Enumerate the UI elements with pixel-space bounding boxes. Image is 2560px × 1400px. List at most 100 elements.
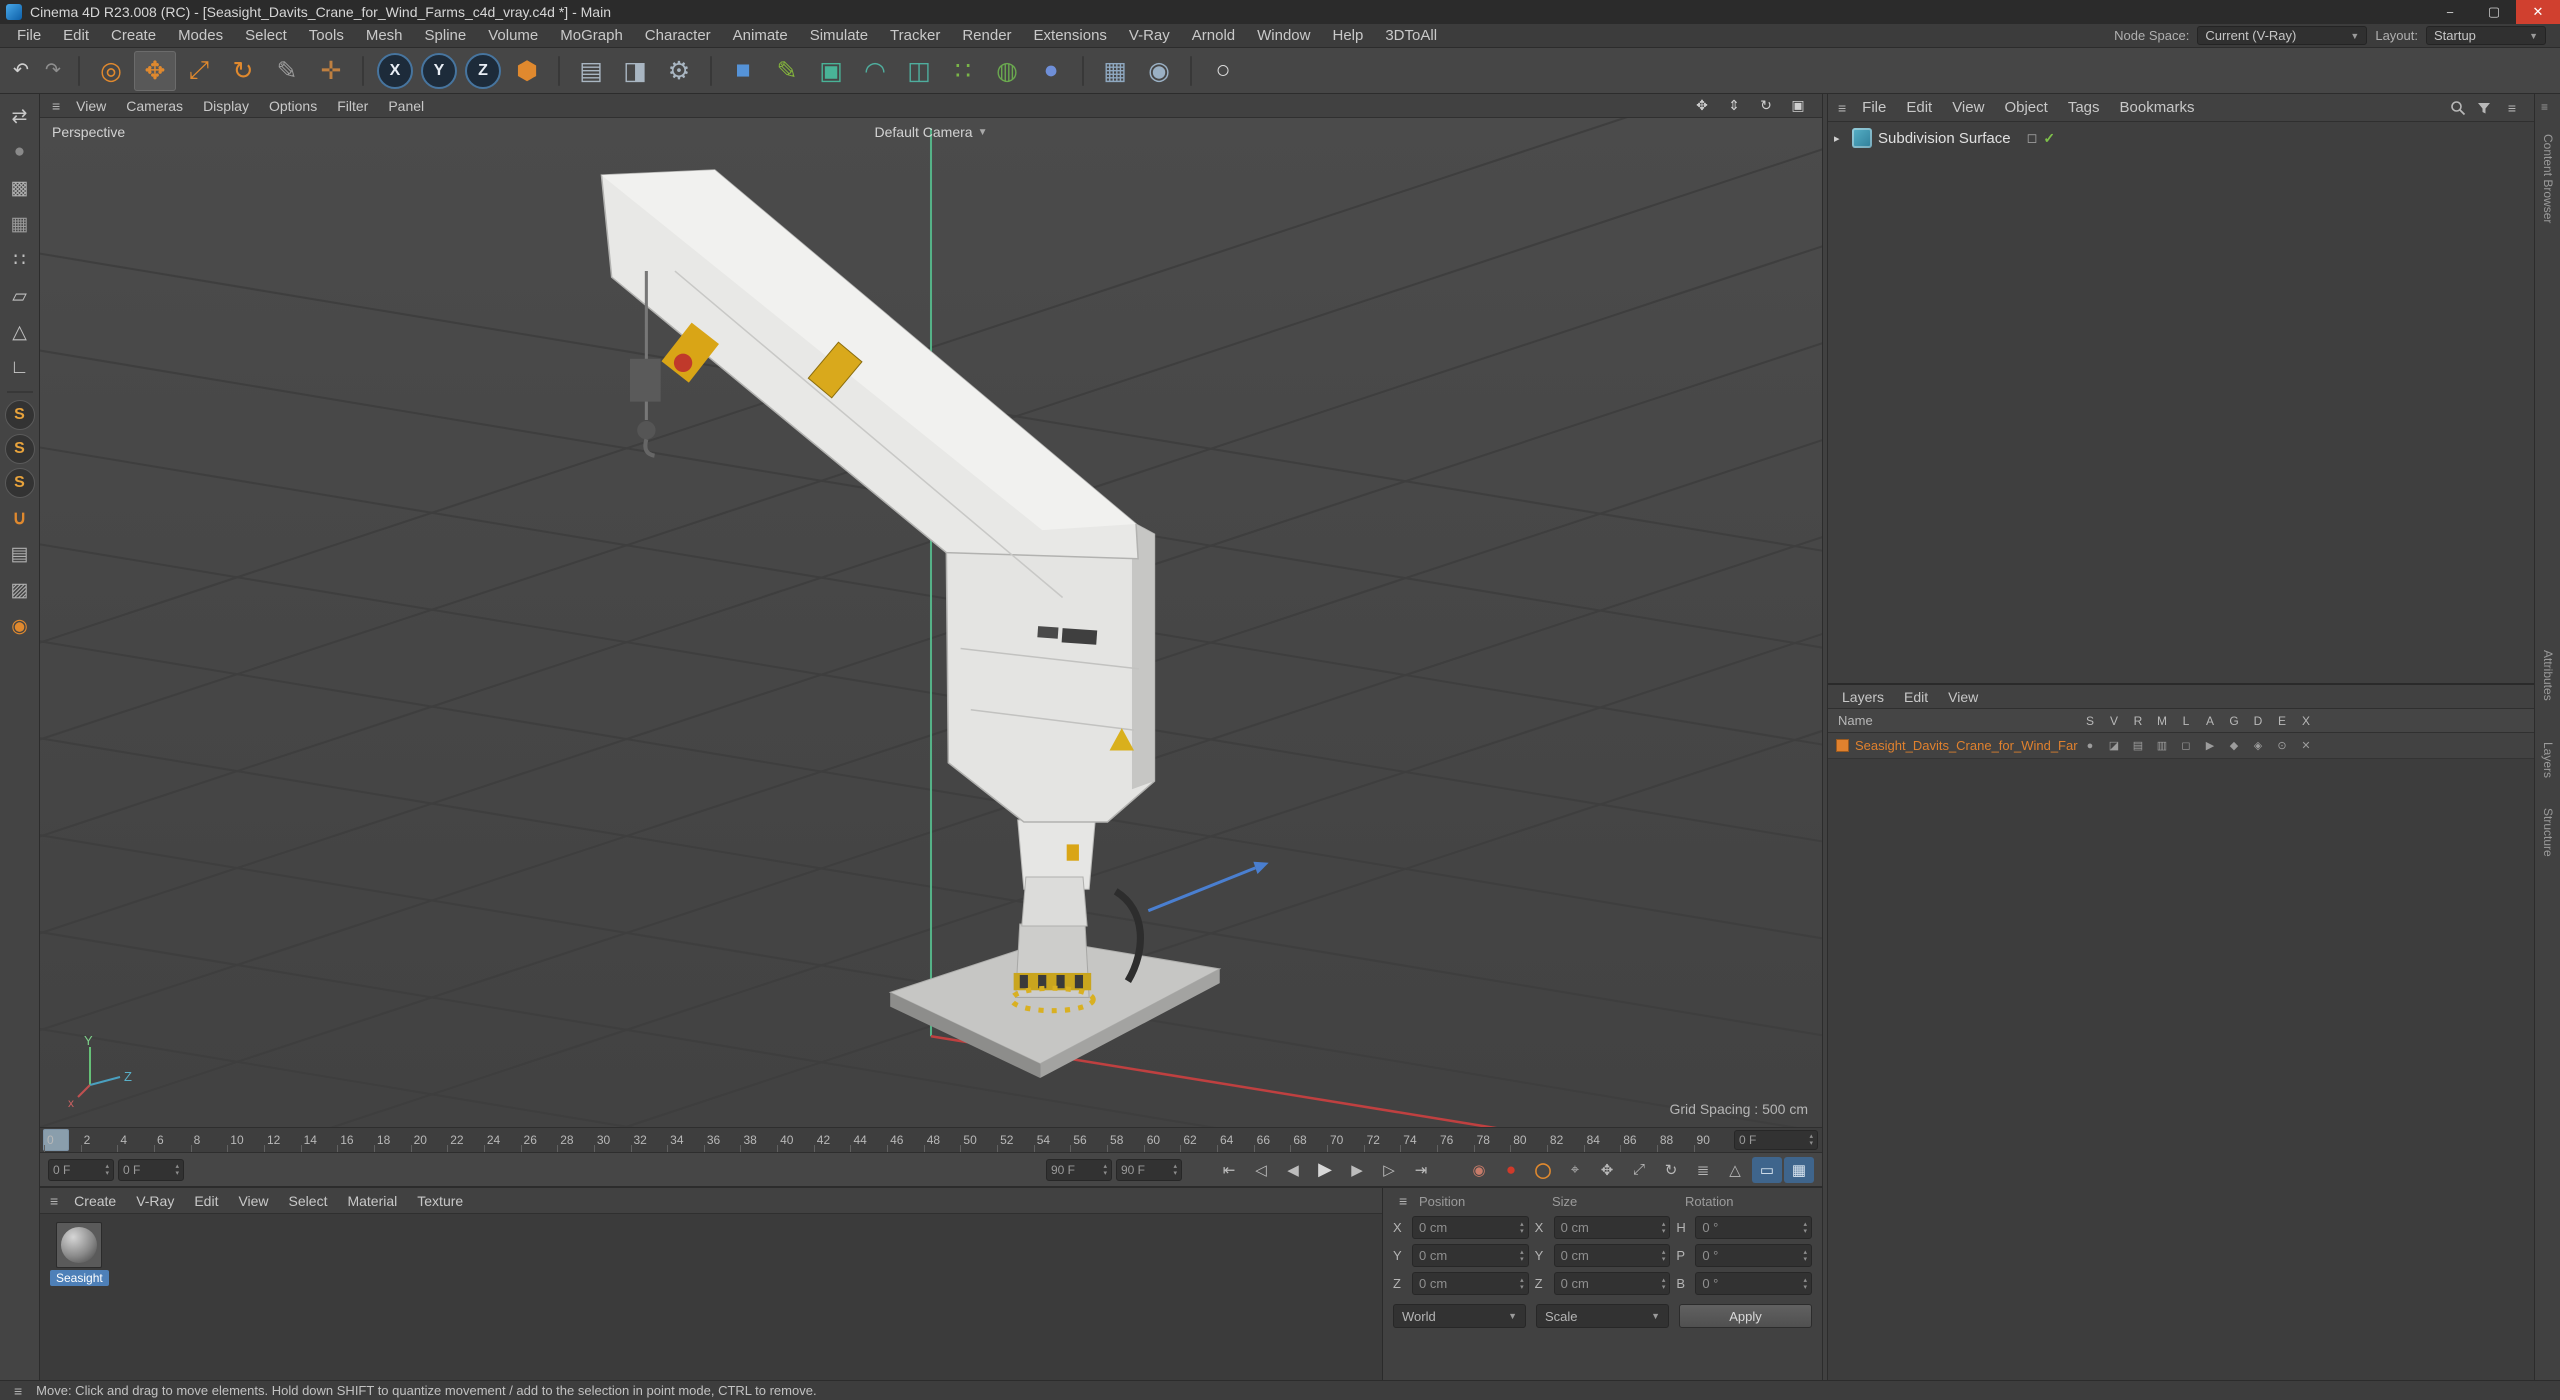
light-icon[interactable]: ○	[1202, 51, 1244, 91]
material-menu-item[interactable]: View	[228, 1192, 278, 1210]
autokeying-icon[interactable]: ◯	[1528, 1157, 1558, 1183]
layer-toggle-icon[interactable]: ◻	[2174, 739, 2198, 752]
stepper-icon[interactable]: ▴ ▾	[105, 1163, 109, 1177]
polygons-mode-icon[interactable]: △	[3, 316, 37, 348]
layer-column-header[interactable]: R	[2126, 714, 2150, 728]
undo-icon[interactable]: ↶	[6, 51, 36, 91]
render-view-icon[interactable]: ▤	[570, 51, 612, 91]
cloner-icon[interactable]: ∷	[942, 51, 984, 91]
crane-model[interactable]	[600, 169, 1222, 1079]
panel-options-icon[interactable]: ≡	[2502, 100, 2522, 116]
layer-toggle-icon[interactable]: ✕	[2294, 739, 2318, 752]
record-rotation-icon[interactable]: ↻	[1656, 1157, 1686, 1183]
go-to-previous-key-button[interactable]: ◁	[1246, 1157, 1276, 1183]
object-row[interactable]: ▸ Subdivision Surface ◻ ✓	[1828, 124, 2534, 152]
menu-item[interactable]: Tools	[298, 26, 355, 45]
layer-toggle-icon[interactable]: ▥	[2150, 739, 2174, 752]
layer-toggle-icon[interactable]: ▤	[2126, 739, 2150, 752]
z-axis-lock-button[interactable]: Z	[465, 52, 501, 89]
panel-menu-icon[interactable]: ≡	[8, 1383, 28, 1399]
side-tab[interactable]: Attributes	[2541, 650, 2555, 701]
object-manager-menu-item[interactable]: Tags	[2058, 98, 2110, 117]
preview-start-field[interactable]: 0 F ▴ ▾	[118, 1158, 184, 1181]
record-active-objects-icon[interactable]: ◉	[1464, 1157, 1494, 1183]
size-mode-dropdown[interactable]: Scale ▼	[1536, 1304, 1669, 1328]
timeline-ruler[interactable]: 0 2 4 6 8 10 12 14 16 18 20 22 24 26 28 30 32 34 36 38 40 42 4…	[40, 1127, 1822, 1153]
menu-item[interactable]: Modes	[167, 26, 234, 45]
rotation-field[interactable]: 0 ° ▴ ▾	[1695, 1216, 1812, 1239]
keyframe-selection-icon[interactable]: ⌖	[1560, 1157, 1590, 1183]
material-menu-item[interactable]: Texture	[407, 1192, 473, 1210]
viewport-solo-hierarchy-icon[interactable]: S	[4, 468, 35, 498]
workplane-mode-icon[interactable]: ▦	[3, 208, 37, 240]
stepper-icon[interactable]: ▴ ▾	[175, 1163, 179, 1177]
quantize-icon[interactable]: ▤	[3, 538, 37, 570]
layer-row[interactable]: Seasight_Davits_Crane_for_Wind_Farms ● ◪ ▤…	[1828, 733, 2534, 759]
viewport-solo-single-icon[interactable]: S	[4, 434, 35, 464]
layer-column-header[interactable]: D	[2246, 714, 2270, 728]
layer-column-header[interactable]: M	[2150, 714, 2174, 728]
visibility-dot-icon[interactable]: ◻	[2027, 130, 2038, 146]
menu-item[interactable]: Character	[634, 26, 722, 45]
viewport-menu-item[interactable]: Cameras	[116, 97, 193, 115]
viewport-menu-item[interactable]: Display	[193, 97, 259, 115]
preview-end-field[interactable]: 90 F ▴ ▾	[1046, 1158, 1112, 1181]
workplane-snap-icon[interactable]: ▨	[3, 574, 37, 606]
layers-menu-item[interactable]: Edit	[1894, 688, 1938, 706]
enable-snap-icon[interactable]: ∪	[3, 502, 37, 534]
material-menu-item[interactable]: Material	[337, 1192, 407, 1210]
instance-icon[interactable]: ◫	[898, 51, 940, 91]
go-to-next-key-button[interactable]: ▷	[1374, 1157, 1404, 1183]
floor-icon[interactable]: ▦	[1094, 51, 1136, 91]
menu-item[interactable]: Animate	[722, 26, 799, 45]
start-frame-field[interactable]: 0 F ▴ ▾	[48, 1158, 114, 1181]
menu-item[interactable]: Volume	[477, 26, 549, 45]
rotation-field[interactable]: 0 ° ▴ ▾	[1695, 1272, 1812, 1295]
record-keyframe-icon[interactable]: ●	[1496, 1157, 1526, 1183]
viewport-menu-item[interactable]: View	[66, 97, 116, 115]
make-editable-icon[interactable]: ⇄	[3, 100, 37, 132]
move-tool-icon[interactable]: ✥	[134, 50, 176, 91]
menu-item[interactable]: Spline	[414, 26, 478, 45]
stepper-icon[interactable]: ▴ ▾	[1173, 1163, 1177, 1177]
menu-item[interactable]: Select	[234, 26, 298, 45]
layers-menu-item[interactable]: View	[1938, 688, 1988, 706]
stepper-icon[interactable]: ▴ ▾	[1103, 1163, 1107, 1177]
enabled-check-icon[interactable]: ✓	[2043, 130, 2055, 147]
object-manager-menu-item[interactable]: Object	[1994, 98, 2057, 117]
filter-icon[interactable]	[2476, 100, 2492, 116]
bend-deformer-icon[interactable]: ◠	[854, 51, 896, 91]
menu-item[interactable]: Edit	[52, 26, 100, 45]
side-tab[interactable]: Layers	[2541, 742, 2555, 778]
side-tab[interactable]: Content Browser	[2541, 134, 2555, 223]
scale-tool-icon[interactable]: ⤢	[178, 51, 220, 91]
axis-handle-z[interactable]	[1147, 861, 1269, 913]
expand-arrow-icon[interactable]: ▸	[1834, 132, 1846, 145]
menu-item[interactable]: Create	[100, 26, 167, 45]
go-to-start-button[interactable]: ⇤	[1214, 1157, 1244, 1183]
layer-column-header[interactable]: V	[2102, 714, 2126, 728]
play-button[interactable]: ▶	[1310, 1157, 1340, 1183]
layers-menu-item[interactable]: Layers	[1832, 688, 1894, 706]
camera-settings-icon[interactable]: ▼	[978, 127, 988, 138]
panel-menu-icon[interactable]: ≡	[44, 1193, 64, 1209]
camera-icon[interactable]: ◉	[1138, 51, 1180, 91]
layer-toggle-icon[interactable]: ◪	[2102, 739, 2126, 752]
panel-menu-icon[interactable]: ≡	[1393, 1193, 1413, 1209]
record-pla-icon[interactable]: △	[1720, 1157, 1750, 1183]
menu-item[interactable]: File	[6, 26, 52, 45]
menu-item[interactable]: Mesh	[355, 26, 414, 45]
size-field[interactable]: 0 cm ▴ ▾	[1553, 1244, 1671, 1267]
y-axis-lock-button[interactable]: Y	[421, 52, 457, 89]
viewport-solo-off-icon[interactable]: S	[4, 400, 35, 430]
position-field[interactable]: 0 cm ▴ ▾	[1412, 1244, 1529, 1267]
panel-menu-icon[interactable]: ≡	[2541, 100, 2548, 114]
auto-workplane-icon[interactable]: ◉	[3, 610, 37, 642]
solo-animation-icon[interactable]: ▭	[1752, 1156, 1782, 1183]
viewport-menu-item[interactable]: Panel	[378, 97, 434, 115]
tweak-mode-icon[interactable]: ✛	[310, 51, 352, 91]
record-position-icon[interactable]: ✥	[1592, 1157, 1622, 1183]
texture-mode-icon[interactable]: ▩	[3, 172, 37, 204]
search-icon[interactable]	[2450, 100, 2466, 116]
menu-item[interactable]: Extensions	[1023, 26, 1118, 45]
